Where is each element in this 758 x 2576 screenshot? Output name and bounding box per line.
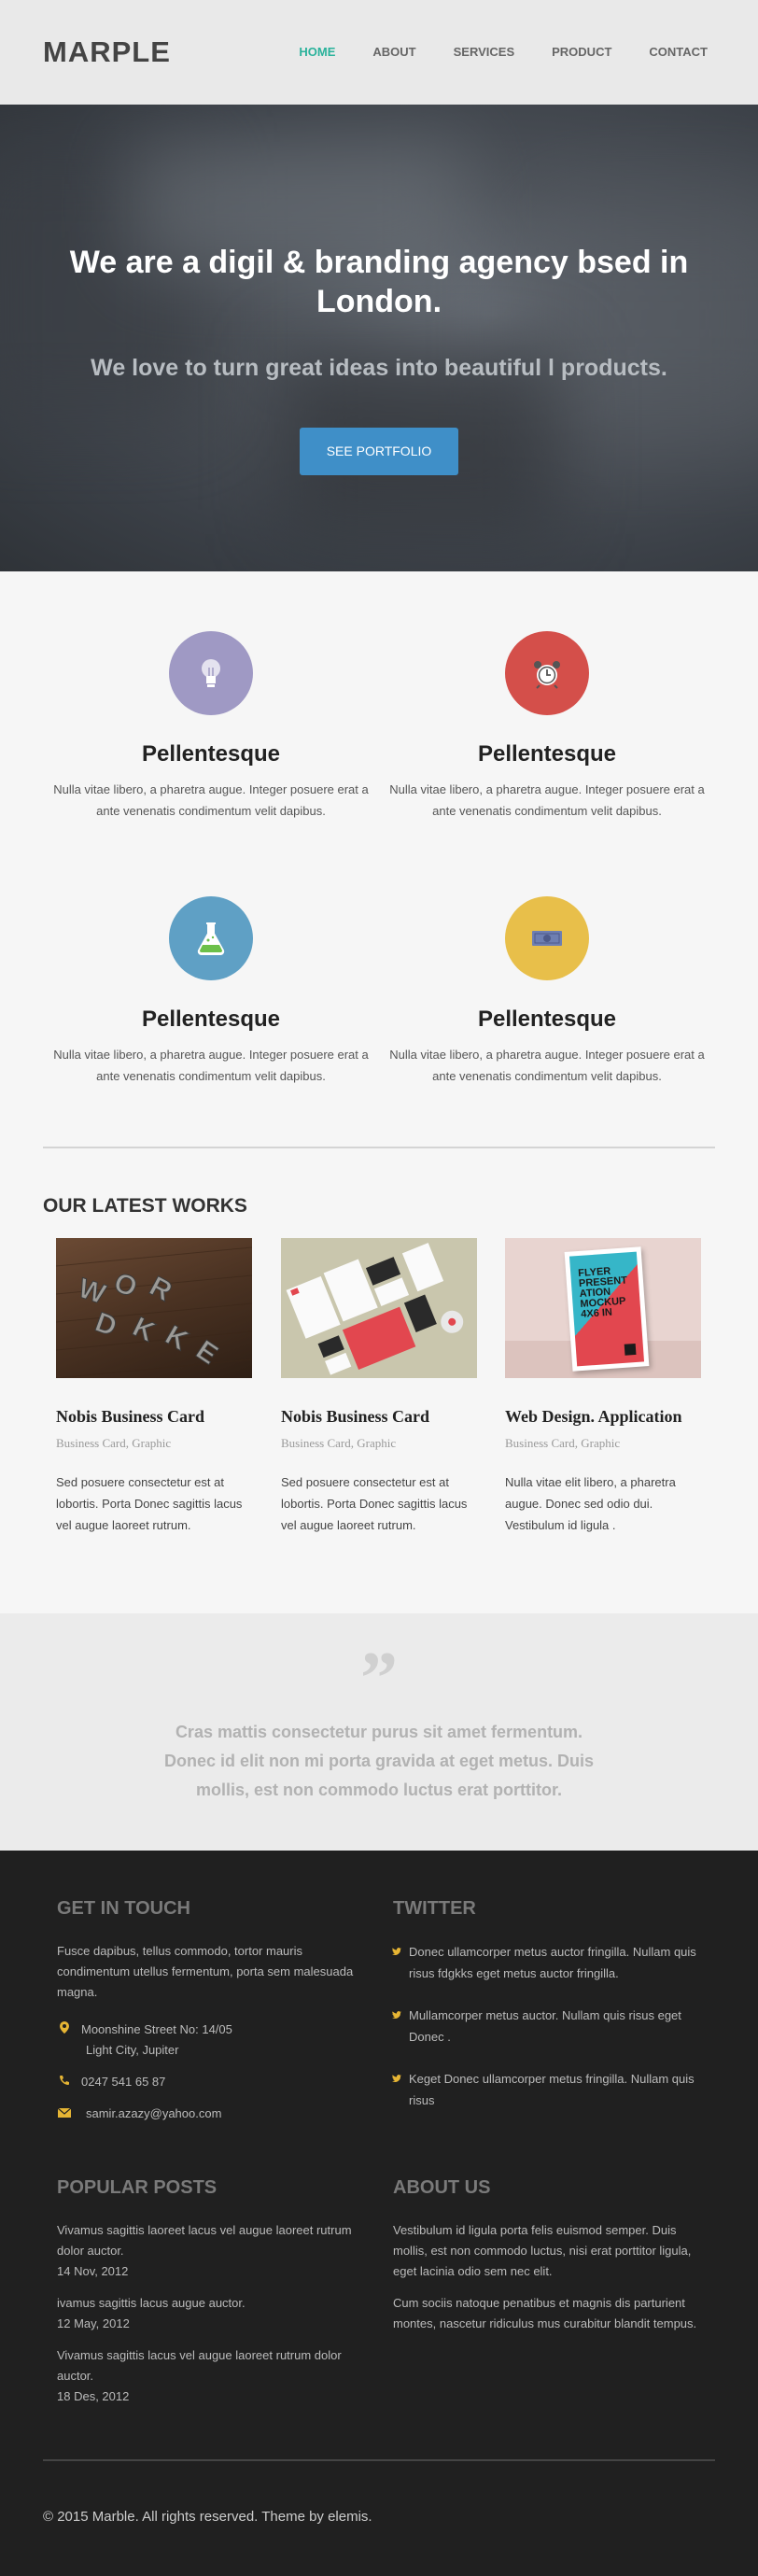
email-row: samir.azazy@yahoo.com: [57, 2104, 221, 2124]
copyright: © 2015 Marble. All rights reserved. Them…: [43, 2509, 372, 2525]
twitter-icon: [392, 1941, 401, 1984]
work-thumbnail[interactable]: W O R D K K E: [56, 1238, 252, 1378]
work-title[interactable]: Nobis Business Card: [56, 1406, 252, 1427]
work-item[interactable]: W O R D K K E Nobis Business Card Busine…: [56, 1238, 252, 1548]
twitter-title: TWITTER: [393, 1898, 476, 1919]
alarm-clock-icon: [505, 631, 589, 715]
nav-about[interactable]: ABOUT: [372, 45, 415, 59]
hero-banner: We are a digil & branding agency bsed in…: [0, 105, 758, 571]
phone-icon: [57, 2072, 72, 2092]
post-date: 18 Des, 2012: [57, 2389, 130, 2403]
service-title: Pellentesque: [477, 741, 617, 767]
phone-number[interactable]: 0247 541 65 87: [81, 2072, 165, 2092]
address-line2: Light City, Jupiter: [86, 2043, 179, 2057]
testimonial-section: ” Cras mattis consectetur purus sit amet…: [0, 1613, 758, 1851]
footer-divider: [43, 2459, 715, 2461]
tweet-text: Mullamcorper metus auctor. Nullam quis r…: [409, 2008, 681, 2044]
service-text: Nulla vitae libero, a pharetra augue. In…: [389, 1048, 705, 1083]
main-nav: HOME ABOUT SERVICES PRODUCT CONTACT: [261, 45, 708, 59]
post-title[interactable]: ivamus sagittis lacus augue auctor.: [57, 2293, 356, 2314]
post-title[interactable]: Vivamus sagittis lacus vel augue laoreet…: [57, 2345, 356, 2386]
post-date: 14 Nov, 2012: [57, 2264, 129, 2278]
work-title[interactable]: Web Design. Application: [505, 1406, 701, 1427]
service-item: Pellentesque Nulla vitae libero, a phare…: [43, 631, 379, 822]
service-item: Pellentesque Nulla vitae libero, a phare…: [379, 896, 715, 1087]
nav-contact[interactable]: CONTACT: [649, 45, 708, 59]
flask-icon: [169, 896, 253, 980]
work-categories: Business Card, Graphic: [281, 1436, 397, 1450]
phone-row: 0247 541 65 87: [57, 2072, 165, 2092]
address-row: Moonshine Street No: 14/05 Light City, J…: [57, 2020, 232, 2061]
about-text-1: Vestibulum id ligula porta felis euismod…: [393, 2223, 692, 2278]
work-text: Sed posuere consectetur est at lobortis.…: [56, 1475, 243, 1532]
address-line1: Moonshine Street No: 14/05: [81, 2022, 232, 2036]
nav-home[interactable]: HOME: [299, 45, 335, 59]
nav-services[interactable]: SERVICES: [454, 45, 515, 59]
service-item: Pellentesque Nulla vitae libero, a phare…: [379, 631, 715, 822]
poster-image: FLYER PRESENT ATION MOCKUP 4X6 IN: [564, 1246, 650, 1372]
contact-text: Fusce dapibus, tellus commodo, tortor ma…: [57, 1944, 354, 1999]
work-thumbnail[interactable]: FLYER PRESENT ATION MOCKUP 4X6 IN: [505, 1238, 701, 1378]
service-text: Nulla vitae libero, a pharetra augue. In…: [53, 782, 369, 818]
post-date: 12 May, 2012: [57, 2316, 130, 2330]
svg-text:K: K: [161, 1319, 194, 1357]
mail-icon: [57, 2104, 72, 2124]
service-text: Nulla vitae libero, a pharetra augue. In…: [389, 782, 705, 818]
twitter-icon: [392, 2005, 401, 2048]
work-text: Nulla vitae elit libero, a pharetra augu…: [505, 1475, 676, 1532]
work-item[interactable]: Nobis Business Card Business Card, Graph…: [281, 1238, 477, 1548]
site-header: MARPLE HOME ABOUT SERVICES PRODUCT CONTA…: [0, 0, 758, 105]
quote-icon: ”: [360, 1638, 398, 1720]
tweet: Mullamcorper metus auctor. Nullam quis r…: [392, 2005, 709, 2048]
lightbulb-icon: [169, 631, 253, 715]
testimonial-text: Cras mattis consectetur purus sit amet f…: [163, 1723, 595, 1799]
svg-text:O: O: [109, 1267, 141, 1303]
service-item: Pellentesque Nulla vitae libero, a phare…: [43, 896, 379, 1087]
hero-title: We are a digil & branding agency bsed in…: [69, 245, 689, 319]
post-list: Vivamus sagittis laoreet lacus vel augue…: [57, 2220, 356, 2407]
service-title: Pellentesque: [141, 741, 281, 767]
service-title: Pellentesque: [477, 1006, 617, 1032]
svg-text:W: W: [75, 1273, 110, 1310]
tweet-text: Keget Donec ullamcorper metus fringilla.…: [409, 2072, 695, 2107]
works-title: OUR LATEST WORKS: [43, 1195, 247, 1217]
logo[interactable]: MARPLE: [43, 35, 171, 69]
money-icon: [505, 896, 589, 980]
post-title[interactable]: Vivamus sagittis laoreet lacus vel augue…: [57, 2220, 356, 2261]
service-title: Pellentesque: [141, 1006, 281, 1032]
service-text: Nulla vitae libero, a pharetra augue. In…: [53, 1048, 369, 1083]
work-thumbnail[interactable]: [281, 1238, 477, 1378]
email-link[interactable]: samir.azazy@yahoo.com: [86, 2104, 221, 2124]
work-title[interactable]: Nobis Business Card: [281, 1406, 477, 1427]
work-categories: Business Card, Graphic: [505, 1436, 621, 1450]
about-text-2: Cum sociis natoque penatibus et magnis d…: [393, 2296, 697, 2330]
location-pin-icon: [57, 2020, 72, 2040]
contact-title: GET IN TOUCH: [57, 1898, 190, 1919]
svg-text:R: R: [145, 1271, 177, 1307]
nav-product[interactable]: PRODUCT: [552, 45, 611, 59]
tweet-text: Donec ullamcorper metus auctor fringilla…: [409, 1945, 696, 1980]
tweet: Keget Donec ullamcorper metus fringilla.…: [392, 2068, 709, 2111]
hero-subtitle: We love to turn great ideas into beautif…: [91, 355, 667, 381]
section-divider: [43, 1147, 715, 1148]
about-title: ABOUT US: [393, 2177, 491, 2198]
svg-text:D: D: [91, 1307, 121, 1343]
work-categories: Business Card, Graphic: [56, 1436, 172, 1450]
tweet: Donec ullamcorper metus auctor fringilla…: [392, 1941, 709, 1984]
popular-posts-title: POPULAR POSTS: [57, 2177, 218, 2198]
twitter-icon: [392, 2068, 401, 2111]
see-portfolio-button[interactable]: SEE PORTFOLIO: [300, 428, 458, 475]
work-text: Sed posuere consectetur est at lobortis.…: [281, 1475, 468, 1532]
work-item[interactable]: FLYER PRESENT ATION MOCKUP 4X6 IN Web De…: [505, 1238, 701, 1548]
